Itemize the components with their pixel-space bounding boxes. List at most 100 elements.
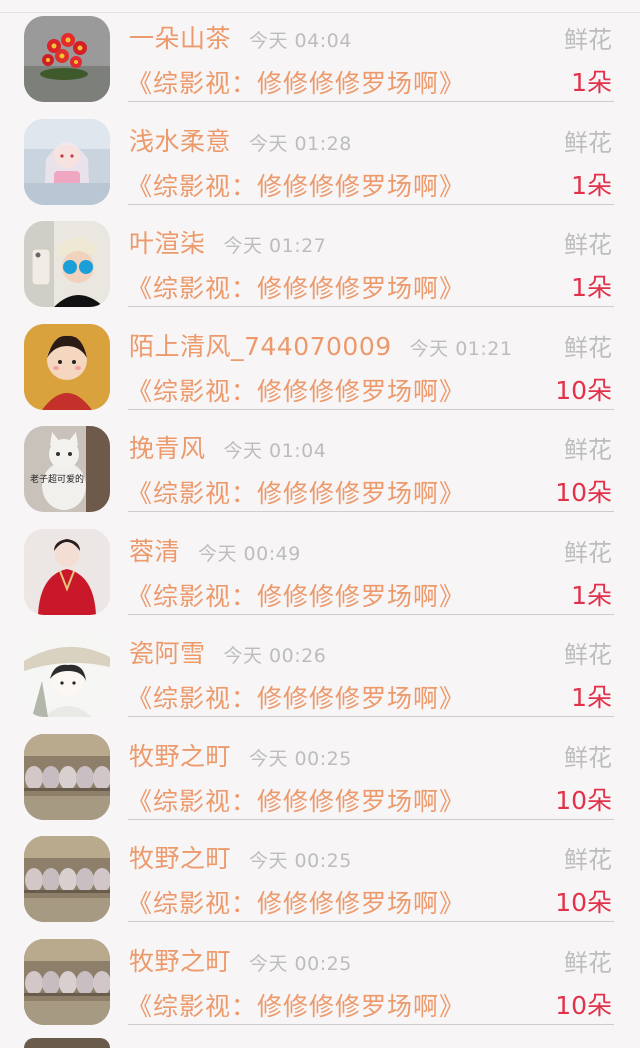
gift-category: 鲜花 (564, 231, 612, 259)
avatar[interactable] (24, 1038, 110, 1048)
list-item[interactable]: 一朵山茶 今天 04:04 鲜花 《综影视：修修修修罗场啊》 1朵 (0, 14, 640, 117)
gift-category: 鲜花 (564, 436, 612, 464)
book-title[interactable]: 《综影视：修修修修罗场啊》 (127, 782, 465, 818)
gift-count: 1朵 (571, 580, 612, 610)
list-item[interactable]: 老子超可爱的 挽青风 今天 01:04 鲜花 《综影视：修修修修罗场啊》 10朵 (0, 424, 640, 527)
book-title[interactable]: 《综影视：修修修修罗场啊》 (127, 64, 465, 100)
list-item[interactable]: 牧野之町 今天 00:25 鲜花 《综影视：修修修修罗场啊》 10朵 (0, 937, 640, 1040)
timestamp: 今天 00:25 (249, 952, 352, 975)
book-title[interactable]: 《综影视：修修修修罗场啊》 (127, 474, 465, 510)
timestamp: 今天 00:25 (249, 747, 352, 770)
avatar[interactable] (24, 221, 110, 307)
user-name[interactable]: 一朵山茶 今天 04:04 (129, 19, 352, 55)
book-title[interactable]: 《综影视：修修修修罗场啊》 (127, 167, 465, 203)
row-divider (128, 818, 614, 820)
book-title[interactable]: 《综影视：修修修修罗场啊》 (127, 372, 465, 408)
gift-category: 鲜花 (564, 333, 612, 362)
row-divider (128, 511, 614, 512)
row-divider (128, 716, 614, 717)
avatar-caption: 老子超可爱的 (30, 473, 84, 485)
cat-avatar-icon: 老子超可爱的 (24, 426, 110, 512)
row-divider (128, 306, 614, 307)
gift-category: 鲜花 (564, 743, 612, 772)
timestamp: 今天 01:27 (223, 235, 327, 257)
list-item[interactable]: 牧野之町 今天 00:25 鲜花 《综影视：修修修修罗场啊》 10朵 (0, 732, 640, 835)
cats-row-avatar-icon (24, 733, 110, 820)
user-name-label: 陌上清风_744070009 (129, 331, 392, 361)
timestamp: 今天 04:04 (249, 30, 352, 52)
list-item[interactable]: 瓷阿雪 今天 00:26 鲜花 《综影视：修修修修罗场啊》 1朵 (0, 629, 640, 732)
cats-row-avatar-icon (24, 836, 110, 922)
user-name-label: 一朵山茶 (129, 24, 232, 53)
gift-count: 10朵 (555, 785, 612, 815)
gift-category: 鲜花 (564, 128, 612, 157)
timestamp: 今天 01:28 (249, 132, 352, 155)
avatar[interactable] (24, 323, 110, 410)
timestamp: 今天 01:04 (223, 440, 327, 462)
gift-count: 10朵 (555, 478, 612, 507)
flowers-avatar-icon (24, 16, 110, 102)
user-name-label: 牧野之町 (129, 844, 232, 873)
avatar[interactable] (24, 528, 110, 615)
user-name[interactable]: 牧野之町 今天 00:25 (129, 737, 352, 773)
timestamp: 今天 00:26 (223, 645, 327, 667)
avatar[interactable] (24, 16, 110, 102)
user-name[interactable]: 浅水柔意 今天 01:28 (129, 122, 352, 158)
avatar[interactable] (24, 631, 110, 717)
user-name[interactable]: 牧野之町 今天 00:25 (129, 839, 352, 875)
user-name-label: 挽青风 (129, 434, 206, 463)
user-name-label: 浅水柔意 (129, 126, 232, 156)
timestamp: 今天 01:21 (409, 337, 513, 360)
row-divider (128, 921, 614, 922)
user-name-label: 牧野之町 (129, 741, 232, 771)
avatar[interactable] (24, 836, 110, 922)
user-name[interactable]: 蓉清 今天 00:49 (129, 532, 301, 568)
row-divider (128, 1023, 614, 1025)
timestamp: 今天 00:25 (249, 850, 352, 872)
row-divider (128, 408, 614, 410)
user-name[interactable]: 挽青风 今天 01:04 (129, 429, 326, 465)
avatar[interactable] (24, 938, 110, 1025)
user-name-label: 叶渲柒 (129, 229, 206, 258)
gift-count: 1朵 (571, 683, 612, 712)
cats-row-avatar-icon (24, 938, 110, 1025)
timestamp: 今天 00:49 (198, 542, 301, 565)
avatar[interactable] (24, 118, 110, 205)
gift-category: 鲜花 (564, 641, 612, 669)
list-item[interactable]: 蓉清 今天 00:49 鲜花 《综影视：修修修修罗场啊》 1朵 (0, 527, 640, 630)
row-divider (128, 203, 614, 205)
gift-category: 鲜花 (564, 538, 612, 567)
book-title[interactable]: 《综影视：修修修修罗场啊》 (127, 577, 465, 613)
user-name-label: 瓷阿雪 (129, 639, 206, 668)
book-title[interactable]: 《综影视：修修修修罗场啊》 (127, 679, 465, 715)
gift-category: 鲜花 (564, 26, 612, 54)
gift-count: 1朵 (571, 68, 612, 97)
list-item[interactable]: 牧野之町 今天 00:25 鲜花 《综影视：修修修修罗场啊》 10朵 (0, 834, 640, 937)
user-name[interactable]: 瓷阿雪 今天 00:26 (129, 634, 326, 670)
gift-list: 一朵山茶 今天 04:04 鲜花 《综影视：修修修修罗场啊》 1朵 浅水柔意 今天 … (0, 14, 640, 1039)
selfie-avatar-icon (24, 221, 110, 307)
user-name[interactable]: 牧野之町 今天 00:25 (129, 942, 352, 978)
user-name-label: 牧野之町 (129, 946, 232, 976)
gift-count: 10朵 (555, 888, 612, 917)
user-name[interactable]: 叶渲柒 今天 01:27 (129, 224, 326, 260)
gift-count: 10朵 (555, 375, 612, 405)
row-divider (128, 613, 614, 615)
sketch-avatar-icon (24, 631, 110, 717)
book-title[interactable]: 《综影视：修修修修罗场啊》 (127, 884, 465, 920)
list-item[interactable]: 浅水柔意 今天 01:28 鲜花 《综影视：修修修修罗场啊》 1朵 (0, 117, 640, 220)
gift-category: 鲜花 (564, 846, 612, 874)
book-title[interactable]: 《综影视：修修修修罗场啊》 (127, 269, 465, 305)
gift-category: 鲜花 (564, 948, 612, 977)
book-title[interactable]: 《综影视：修修修修罗场啊》 (127, 987, 465, 1023)
list-item[interactable]: 叶渲柒 今天 01:27 鲜花 《综影视：修修修修罗场啊》 1朵 (0, 219, 640, 322)
anime-girl-avatar-icon (24, 118, 110, 205)
list-item[interactable]: 陌上清风_744070009 今天 01:21 鲜花 《综影视：修修修修罗场啊》 … (0, 322, 640, 425)
gift-count: 10朵 (555, 990, 612, 1020)
avatar[interactable] (24, 733, 110, 820)
avatar[interactable]: 老子超可爱的 (24, 426, 110, 512)
hanfu-avatar-icon (24, 528, 110, 615)
cartoon-avatar-icon (24, 323, 110, 410)
top-divider (0, 12, 640, 13)
user-name[interactable]: 陌上清风_744070009 今天 01:21 (129, 327, 512, 363)
